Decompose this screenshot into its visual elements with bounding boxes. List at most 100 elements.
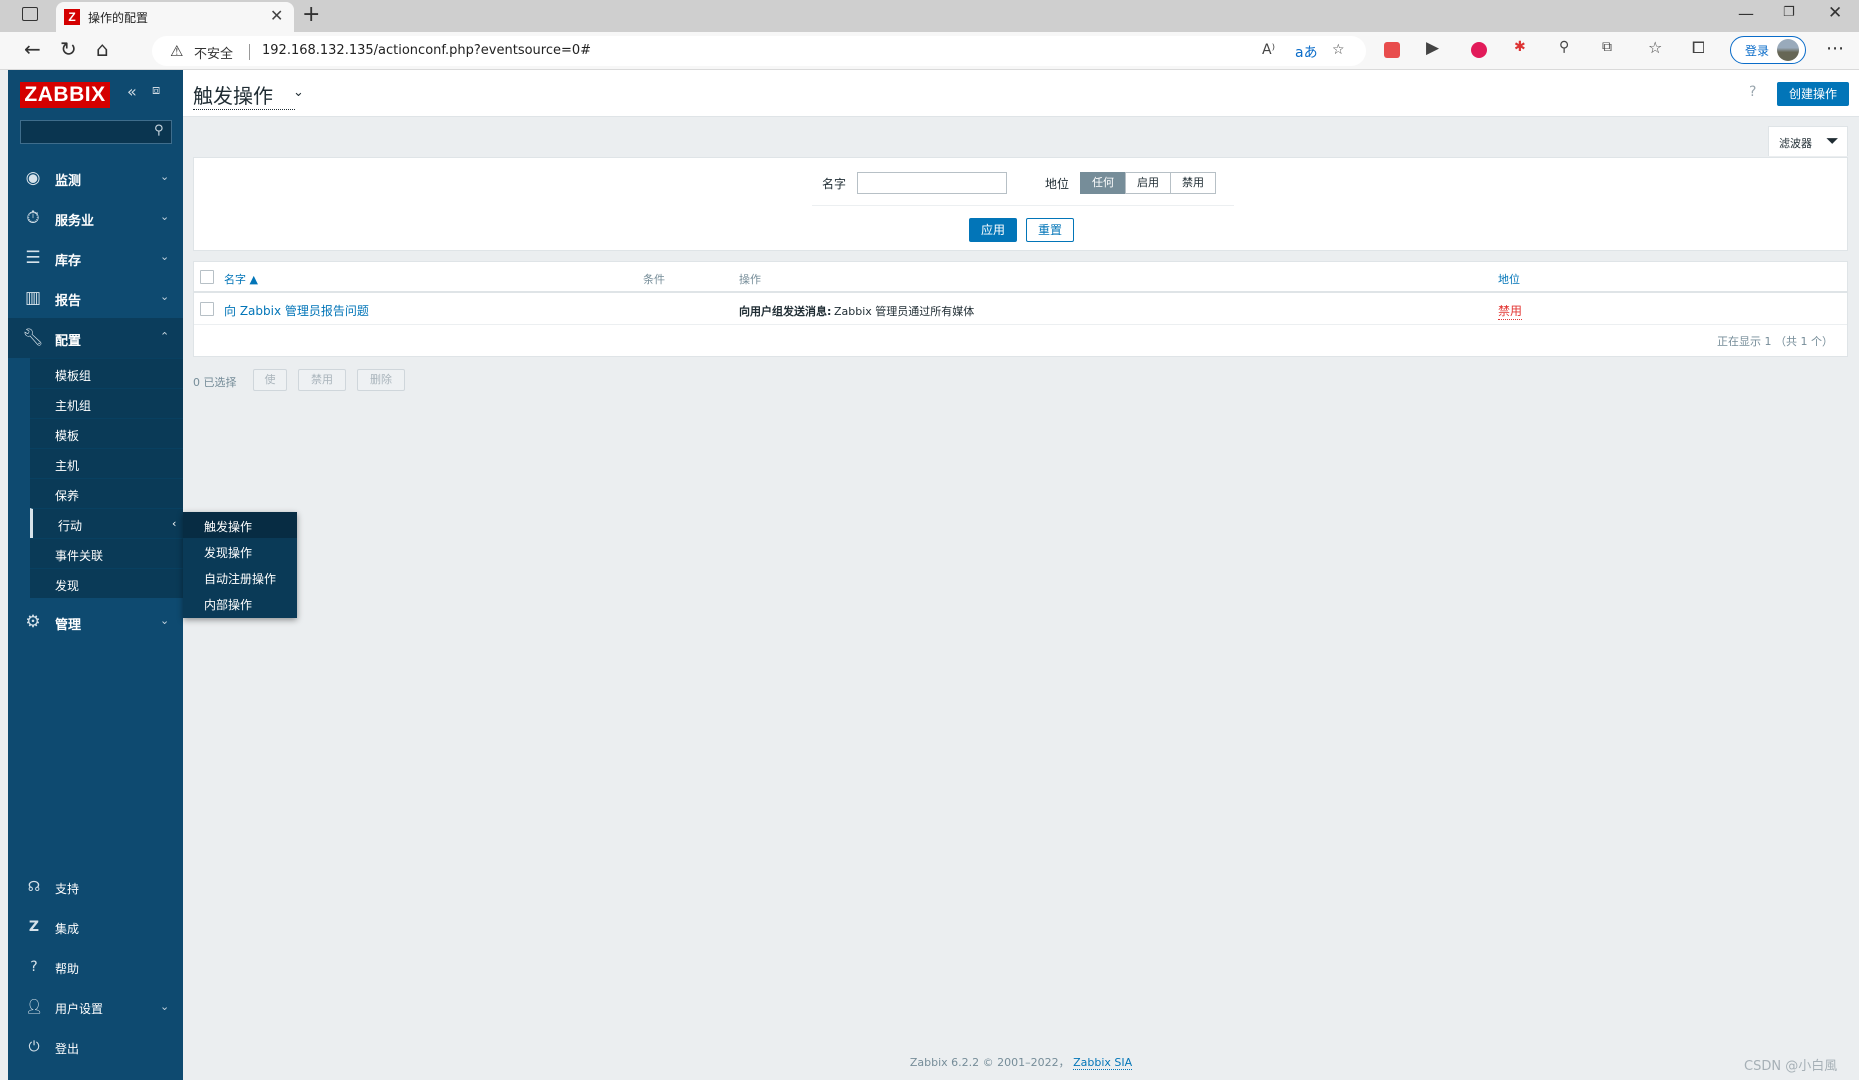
column-conditions: 条件: [643, 273, 665, 286]
flyout-internal-actions[interactable]: 内部操作: [183, 590, 297, 616]
submenu-event-correlation[interactable]: 事件关联: [30, 538, 183, 568]
name-input[interactable]: [857, 172, 1007, 194]
reset-button[interactable]: 重置: [1026, 218, 1074, 242]
page-header: 触发操作 ⌄ ? 创建操作: [183, 70, 1859, 117]
paging-summary: 正在显示 1 （共 1 个）: [1717, 335, 1833, 348]
chevron-up-icon: ⌃: [160, 330, 170, 343]
filter-tab-label: 滤波器: [1779, 137, 1812, 150]
close-tab-icon[interactable]: ✕: [270, 6, 283, 25]
menu-label: 报告: [55, 294, 82, 309]
menu-label: 库存: [55, 254, 82, 269]
apply-button[interactable]: 应用: [969, 218, 1017, 242]
menu-services[interactable]: ⏱ 服务业 ⌄: [8, 198, 183, 238]
menu-support[interactable]: ☊ 支持: [8, 868, 183, 908]
select-all-checkbox[interactable]: [200, 270, 214, 284]
browser-toolbar: ← ↻ ⌂ ⚠ 不安全 192.168.132.135/actionconf.p…: [0, 32, 1859, 70]
submenu-host-groups[interactable]: 主机组: [30, 388, 183, 418]
submenu-template-groups[interactable]: 模板组: [30, 358, 183, 388]
wrench-icon: 🔧︎: [22, 328, 44, 348]
operation-value: Zabbix 管理员通过所有媒体: [834, 305, 975, 318]
browser-tab-bar: Z 操作的配置 ✕ + — ❐ ✕: [0, 0, 1859, 32]
reload-icon[interactable]: ↻: [60, 37, 77, 61]
submenu-label: 发现: [55, 579, 80, 593]
zabbix-z-icon: Z: [28, 919, 40, 935]
extension-icon[interactable]: [1471, 42, 1487, 58]
zabbix-logo[interactable]: ZABBIX: [20, 82, 110, 108]
menu-reports[interactable]: ▥ 报告 ⌄: [8, 278, 183, 318]
extensions-puzzle-icon[interactable]: ⧉: [1602, 39, 1612, 55]
minimize-icon[interactable]: —: [1738, 4, 1754, 23]
enable-button[interactable]: 使: [253, 369, 287, 391]
avatar: [1777, 39, 1799, 61]
favorites-icon[interactable]: ☆: [1648, 38, 1662, 57]
filter-icon: ⏷: [1826, 131, 1839, 150]
status-disabled-toggle[interactable]: 禁用: [1170, 172, 1216, 194]
filter-tab[interactable]: 滤波器 ⏷: [1768, 126, 1848, 156]
home-icon[interactable]: ⌂: [96, 37, 109, 61]
translate-icon[interactable]: aあ: [1295, 42, 1318, 62]
back-icon[interactable]: ←: [24, 37, 41, 61]
kiosk-mode-icon[interactable]: ⧈: [152, 83, 160, 98]
menu-inventory[interactable]: ☰ 库存 ⌄: [8, 238, 183, 278]
warning-icon[interactable]: ⚠: [170, 42, 183, 60]
more-icon[interactable]: ⋯: [1826, 38, 1844, 59]
play-icon[interactable]: ▶: [1426, 38, 1439, 58]
address-bar[interactable]: ⚠ 不安全 192.168.132.135/actionconf.php?eve…: [152, 36, 1366, 66]
browser-tab[interactable]: Z 操作的配置 ✕: [56, 2, 294, 32]
flyout-autoregistration-actions[interactable]: 自动注册操作: [183, 564, 297, 590]
menu-label: 监测: [55, 174, 82, 189]
submenu-actions[interactable]: 行动 ‹: [30, 508, 183, 538]
tab-actions-icon[interactable]: [22, 7, 38, 21]
menu-label: 支持: [55, 882, 80, 896]
delete-button[interactable]: 删除: [357, 369, 405, 391]
menu-label: 帮助: [55, 962, 80, 976]
menu-integrations[interactable]: Z 集成: [8, 908, 183, 948]
url-text[interactable]: 192.168.132.135/actionconf.php?eventsour…: [262, 43, 591, 58]
help-icon[interactable]: ?: [1749, 84, 1756, 100]
extension-icon[interactable]: ⚲: [1559, 39, 1569, 55]
sidebar: ZABBIX « ⧈ ⚲ ◉ 监测 ⌄ ⏱ 服务业 ⌄ ☰ 库存 ⌄ ▥ 报告 …: [8, 70, 183, 1080]
submenu-hosts[interactable]: 主机: [30, 448, 183, 478]
disable-button[interactable]: 禁用: [298, 369, 346, 391]
footer-company-link[interactable]: Zabbix SIA: [1073, 1056, 1133, 1070]
read-aloud-icon[interactable]: A⁾: [1262, 42, 1275, 58]
extension-icon[interactable]: [1384, 42, 1400, 58]
create-action-button[interactable]: 创建操作: [1777, 82, 1849, 106]
menu-help[interactable]: ? 帮助: [8, 948, 183, 988]
submenu-discovery[interactable]: 发现: [30, 568, 183, 598]
status-badge[interactable]: 禁用: [1498, 302, 1523, 320]
insecure-label[interactable]: 不安全: [194, 43, 233, 62]
submenu-maintenance[interactable]: 保养: [30, 478, 183, 508]
status-any-toggle[interactable]: 任何: [1080, 172, 1126, 194]
extension-icon[interactable]: ✱: [1514, 39, 1526, 55]
menu-user-settings[interactable]: 👤︎ 用户设置 ⌄: [8, 988, 183, 1028]
search-icon[interactable]: ⚲: [154, 123, 164, 138]
login-button[interactable]: 登录: [1730, 36, 1806, 64]
url-divider: [249, 44, 250, 60]
flyout-label: 触发操作: [204, 520, 253, 534]
chevron-down-icon: ⌄: [160, 1000, 170, 1013]
column-status[interactable]: 地位: [1498, 271, 1520, 287]
page-title[interactable]: 触发操作: [193, 80, 295, 110]
collections-icon[interactable]: ⧠: [1692, 38, 1705, 58]
collapse-sidebar-icon[interactable]: «: [127, 82, 137, 101]
menu-administration[interactable]: ⚙ 管理 ⌄: [8, 602, 183, 642]
restore-icon[interactable]: ❐: [1783, 5, 1795, 20]
menu-monitoring[interactable]: ◉ 监测 ⌄: [8, 158, 183, 198]
column-operations: 操作: [739, 273, 761, 286]
window-close-icon[interactable]: ✕: [1828, 3, 1842, 23]
user-icon: 👤︎: [25, 999, 43, 1015]
row-checkbox[interactable]: [200, 302, 214, 316]
flyout-discovery-actions[interactable]: 发现操作: [183, 538, 297, 564]
submenu-templates[interactable]: 模板: [30, 418, 183, 448]
column-name[interactable]: 名字 ▲: [224, 271, 258, 287]
new-tab-icon[interactable]: +: [302, 2, 320, 27]
favorite-add-icon[interactable]: ☆: [1332, 42, 1345, 58]
menu-configuration[interactable]: 🔧︎ 配置 ⌃: [8, 318, 183, 358]
status-enabled-toggle[interactable]: 启用: [1125, 172, 1171, 194]
menu-sign-out[interactable]: ⏻ 登出: [8, 1028, 183, 1068]
action-name-link[interactable]: 向 Zabbix 管理员报告问题: [224, 302, 369, 319]
chevron-down-icon[interactable]: ⌄: [293, 85, 304, 100]
flyout-trigger-actions[interactable]: 触发操作: [183, 512, 297, 538]
search-input[interactable]: ⚲: [20, 120, 172, 144]
